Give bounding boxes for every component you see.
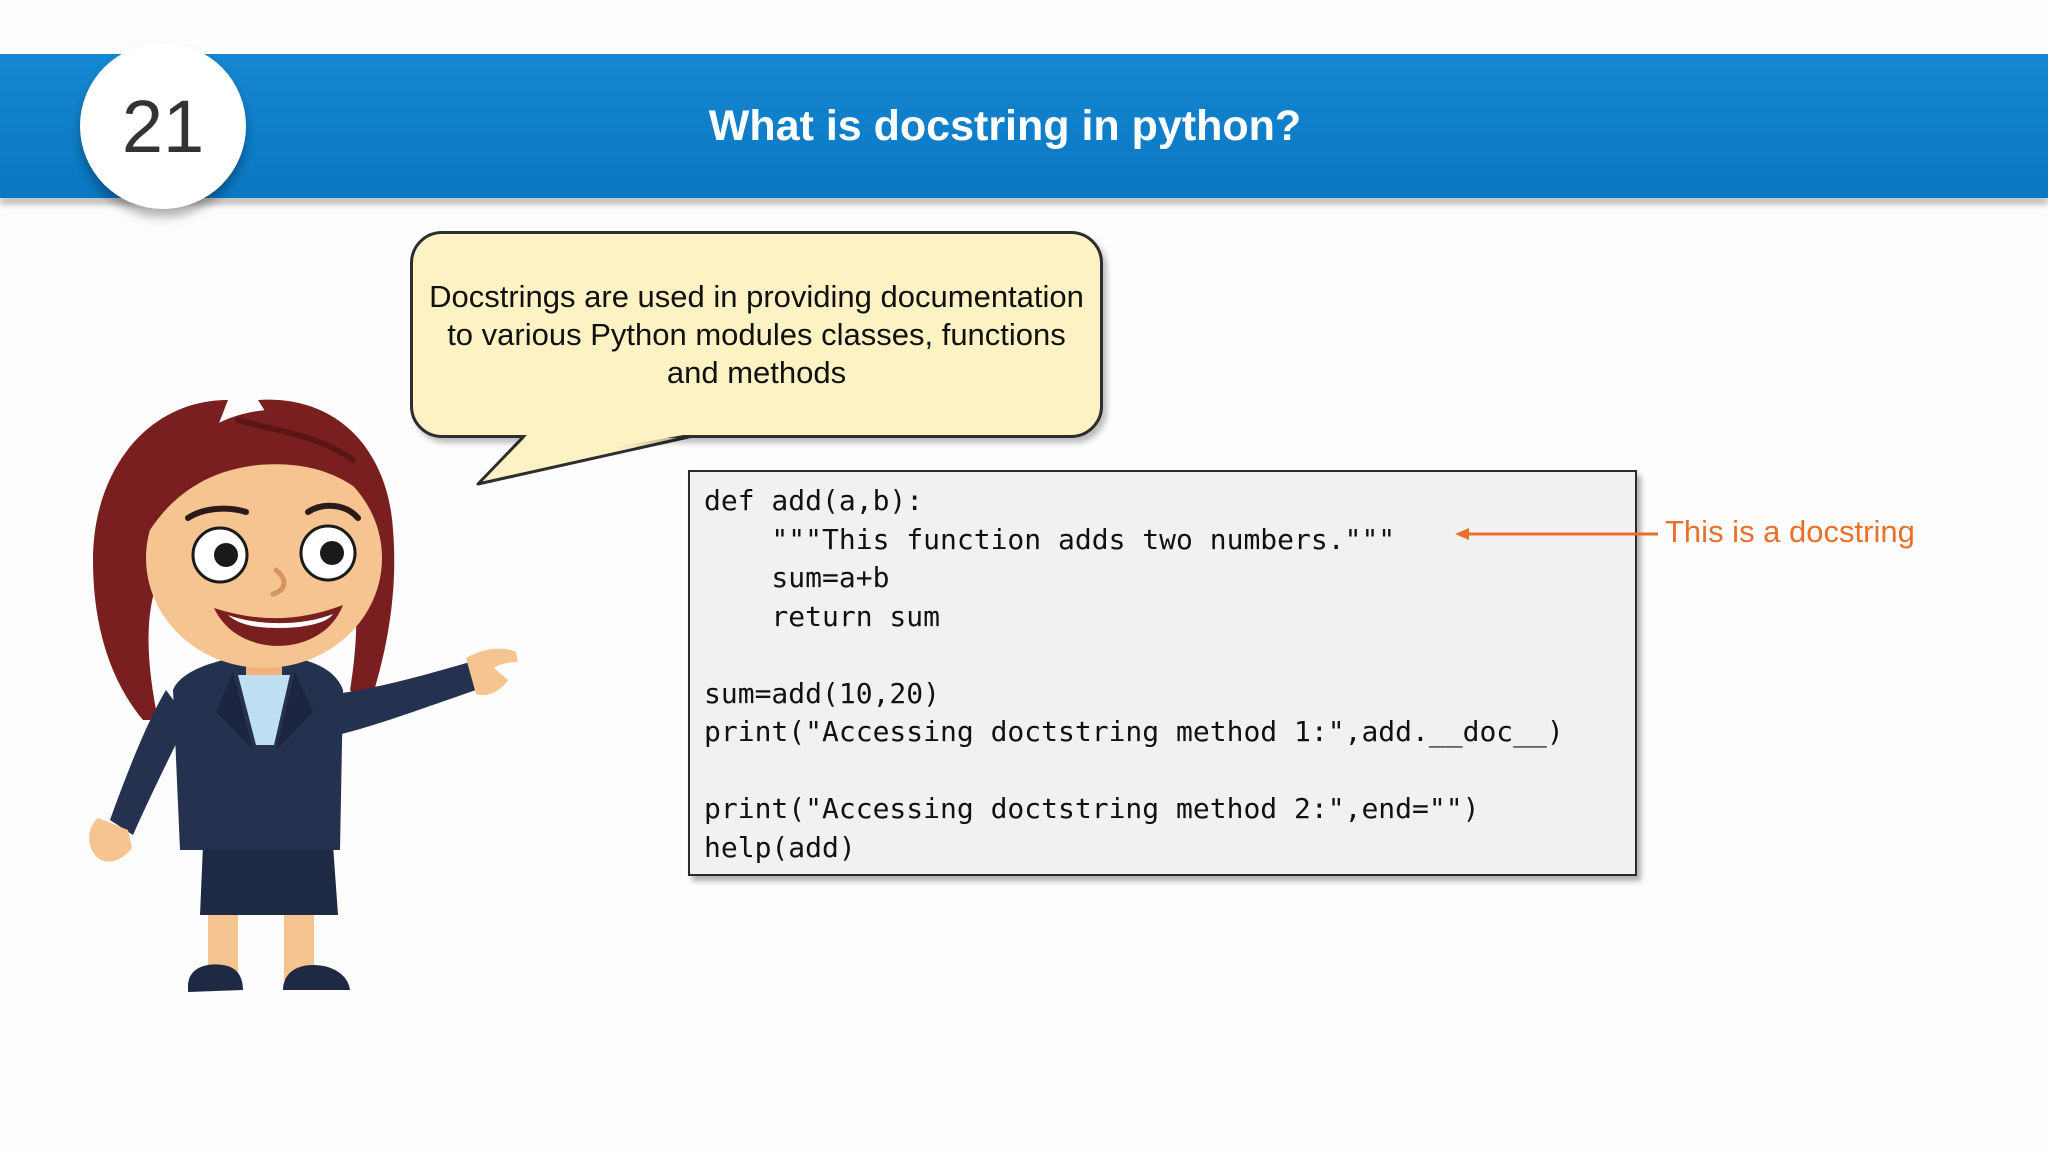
code-line: help(add) <box>704 830 856 864</box>
code-line: print("Accessing doctstring method 1:",a… <box>704 715 1564 748</box>
code-line: def add(a,b): <box>704 484 924 517</box>
arrow-left-icon <box>1455 528 1658 540</box>
docstring-annotation: This is a docstring <box>1665 514 1915 549</box>
slide-title: What is docstring in python? <box>708 102 1302 150</box>
slide-number-badge: 21 <box>80 43 246 209</box>
code-line: sum=a+b <box>704 561 890 594</box>
code-line: print("Accessing doctstring method 2:",e… <box>704 792 1480 825</box>
header-bar: What is docstring in python? <box>0 54 2048 198</box>
teacher-character-illustration <box>89 399 518 992</box>
code-line: return sum <box>704 599 941 633</box>
code-line: sum=add(10,20) <box>704 676 941 710</box>
